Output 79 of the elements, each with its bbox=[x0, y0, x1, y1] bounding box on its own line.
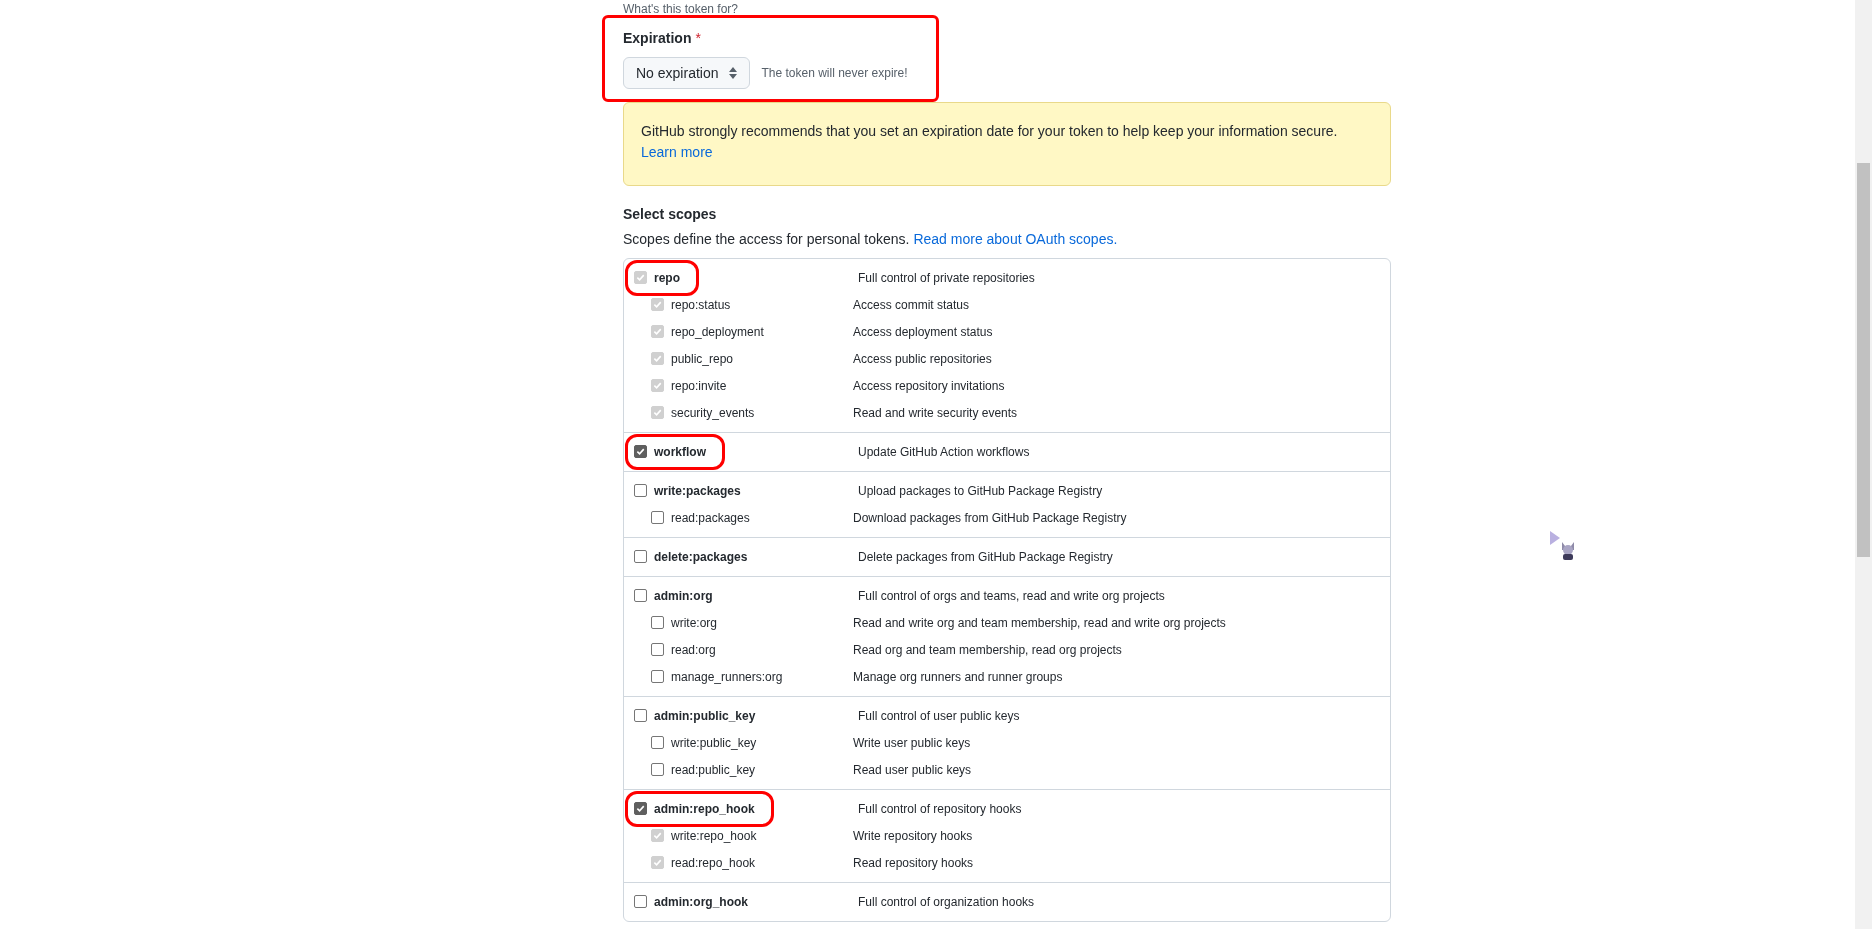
sort-icon bbox=[728, 67, 737, 79]
field-label: What's this token for? bbox=[623, 1, 739, 18]
scope-description: Download packages from GitHub Package Registry bbox=[853, 509, 1127, 527]
check-icon bbox=[636, 804, 645, 813]
scope-name: write:org bbox=[671, 614, 717, 632]
checkbox[interactable] bbox=[651, 736, 664, 749]
checkbox[interactable] bbox=[634, 484, 647, 497]
checkbox[interactable] bbox=[651, 670, 664, 683]
check-icon bbox=[653, 327, 662, 336]
check-icon bbox=[653, 858, 662, 867]
checkbox[interactable] bbox=[634, 802, 647, 815]
scope-description: Manage org runners and runner groups bbox=[853, 668, 1063, 686]
scope-description: Delete packages from GitHub Package Registry bbox=[858, 548, 1113, 566]
checkbox[interactable] bbox=[651, 643, 664, 656]
scope-name: read:repo_hook bbox=[671, 854, 756, 872]
required-mark: * bbox=[695, 29, 701, 48]
checkbox[interactable] bbox=[634, 709, 647, 722]
check-icon bbox=[636, 273, 645, 282]
scope-description: Full control of orgs and teams, read and write org projects bbox=[858, 587, 1165, 605]
scope-name: manage_runners:org bbox=[671, 668, 783, 686]
scope-description: Read user public keys bbox=[853, 761, 972, 779]
scope-description: Read and write org and team membership, read and write org projects bbox=[853, 614, 1226, 632]
scope-name: read:org bbox=[671, 641, 716, 659]
section-heading: Select scopes bbox=[623, 205, 718, 224]
scope-name: repo:invite bbox=[671, 377, 727, 395]
checkbox[interactable] bbox=[651, 763, 664, 776]
scope-description: Full control of repository hooks bbox=[858, 800, 1022, 818]
scope-description: Update GitHub Action workflows bbox=[858, 443, 1030, 461]
scope-name: write:public_key bbox=[671, 734, 757, 752]
checkbox[interactable] bbox=[651, 511, 664, 524]
scope-description: Read repository hooks bbox=[853, 854, 974, 872]
scope-description: Access public repositories bbox=[853, 350, 992, 368]
scope-name: write:packages bbox=[654, 482, 741, 500]
section-description: Scopes define the access for personal tokens. bbox=[623, 230, 910, 249]
check-icon bbox=[653, 408, 662, 417]
cursor-icon bbox=[1550, 531, 1560, 545]
scope-name: workflow bbox=[654, 443, 706, 461]
scope-description: Access commit status bbox=[853, 296, 970, 314]
scope-description: Full control of organization hooks bbox=[858, 893, 1035, 911]
scope-name: admin:repo_hook bbox=[654, 800, 755, 818]
scope-description: Read and write security events bbox=[853, 404, 1018, 422]
scope-name: write:repo_hook bbox=[671, 827, 757, 845]
check-icon bbox=[636, 447, 645, 456]
scope-description: Access repository invitations bbox=[853, 377, 1005, 395]
scope-description: Read org and team membership, read org projects bbox=[853, 641, 1122, 659]
scope-description: Access deployment status bbox=[853, 323, 993, 341]
scope-name: security_events bbox=[671, 404, 755, 422]
check-icon bbox=[653, 300, 662, 309]
scope-name: repo_deployment bbox=[671, 323, 764, 341]
banner-text: GitHub strongly recommends that you set an expiration date for your token to help keep your information secure. bbox=[641, 122, 1339, 141]
scope-name: admin:public_key bbox=[654, 707, 756, 725]
scope-name: read:public_key bbox=[671, 761, 756, 779]
checkbox[interactable] bbox=[634, 550, 647, 563]
checkbox[interactable] bbox=[634, 895, 647, 908]
scope-name: read:packages bbox=[671, 509, 750, 527]
check-icon bbox=[653, 831, 662, 840]
scope-name: admin:org_hook bbox=[654, 893, 748, 911]
scope-description: Full control of user public keys bbox=[858, 707, 1020, 725]
expiration-select[interactable]: No expiration bbox=[623, 57, 750, 89]
check-icon bbox=[653, 354, 662, 363]
figure-icon bbox=[1559, 540, 1577, 560]
scope-name: delete:packages bbox=[654, 548, 748, 566]
scrollbar-thumb[interactable] bbox=[1857, 163, 1870, 557]
scope-description: Write user public keys bbox=[853, 734, 971, 752]
scope-name: repo:status bbox=[671, 296, 731, 314]
check-icon bbox=[653, 381, 662, 390]
checkbox[interactable] bbox=[634, 589, 647, 602]
field-hint: The token will never expire! bbox=[761, 65, 908, 82]
scope-name: repo bbox=[654, 269, 680, 287]
scope-description: Full control of private repositories bbox=[858, 269, 1035, 287]
field-label: Expiration bbox=[623, 29, 692, 48]
scope-name: public_repo bbox=[671, 350, 734, 368]
oauth-scopes-link[interactable]: Read more about OAuth scopes. bbox=[913, 229, 1118, 250]
scope-description: Upload packages to GitHub Package Registry bbox=[858, 482, 1103, 500]
checkbox[interactable] bbox=[634, 445, 647, 458]
learn-more-link[interactable]: Learn more bbox=[641, 144, 713, 160]
checkbox[interactable] bbox=[651, 616, 664, 629]
scope-description: Write repository hooks bbox=[853, 827, 973, 845]
scope-name: admin:org bbox=[654, 587, 713, 605]
